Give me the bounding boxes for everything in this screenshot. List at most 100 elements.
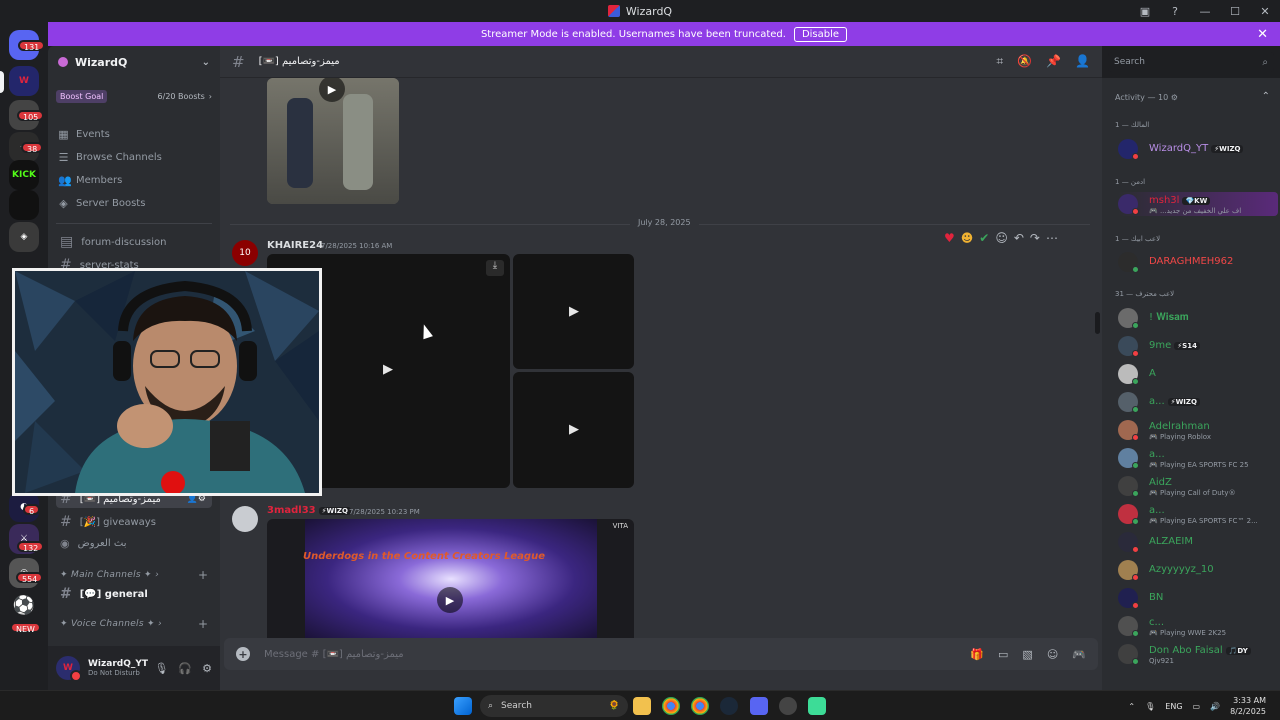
member-item[interactable]: BN bbox=[1118, 586, 1278, 610]
video-attachment[interactable]: ▶ bbox=[267, 78, 399, 204]
gift-icon[interactable]: 🎁 bbox=[970, 648, 984, 661]
headphones-icon[interactable]: 🎧 bbox=[178, 662, 192, 675]
activity-label[interactable]: Activity — 10 ⚙ bbox=[1115, 93, 1178, 102]
play-icon[interactable]: ▶ bbox=[569, 422, 579, 437]
microphone-icon[interactable]: 🎙 bbox=[154, 662, 168, 675]
sticker-icon[interactable]: ▧ bbox=[1022, 648, 1032, 661]
nav-members[interactable]: 👥 Members bbox=[58, 174, 122, 187]
member-item[interactable]: AidZ 🎮 Playing Call of Duty® bbox=[1118, 474, 1278, 498]
start-icon[interactable] bbox=[454, 697, 472, 715]
video-embed[interactable]: Underdogs in the Content Creators League… bbox=[267, 519, 634, 639]
message-author[interactable]: KHAIRE24 bbox=[267, 240, 323, 251]
nav-events[interactable]: ▦ Events bbox=[58, 128, 110, 141]
member-item[interactable]: Azyyyyyz_10 bbox=[1118, 558, 1278, 582]
video-attachment[interactable]: ▶ bbox=[513, 372, 634, 488]
scrollbar[interactable] bbox=[1095, 312, 1100, 334]
more-icon[interactable]: ⋯ bbox=[1046, 231, 1058, 245]
member-item[interactable]: WizardQ_YT ⚡WIZQ bbox=[1118, 137, 1278, 161]
member-item[interactable]: ALZAEIM bbox=[1118, 530, 1278, 554]
network-icon[interactable]: ▭ bbox=[1193, 702, 1201, 711]
nav-server-boosts[interactable]: ◈ Server Boosts bbox=[58, 197, 145, 210]
disable-button[interactable]: Disable bbox=[793, 26, 848, 42]
help-icon[interactable]: ? bbox=[1160, 5, 1190, 18]
add-reaction-icon[interactable]: ☺ bbox=[995, 231, 1008, 245]
boost-goal[interactable]: Boost Goal 6/20 Boosts › bbox=[56, 88, 212, 104]
chrome-icon[interactable] bbox=[691, 697, 709, 715]
microphone-icon[interactable]: 🎙 bbox=[1145, 702, 1155, 711]
guild-header[interactable]: WizardQ ⌄ bbox=[48, 46, 220, 78]
message-input[interactable]: Message # [📼] ميمز-وتصاميم bbox=[264, 649, 404, 660]
avatar[interactable] bbox=[232, 506, 258, 532]
steam-icon[interactable] bbox=[720, 697, 738, 715]
channel-general[interactable]: # [💬] general bbox=[56, 586, 212, 602]
minimize-button[interactable]: — bbox=[1190, 5, 1220, 18]
add-channel-icon[interactable]: + bbox=[198, 617, 208, 631]
download-icon[interactable]: ⤓ bbox=[486, 260, 504, 276]
server-wizardq[interactable]: W bbox=[9, 66, 39, 96]
heart-reaction-icon[interactable]: ♥ bbox=[944, 231, 955, 245]
check-reaction-icon[interactable]: ✔ bbox=[979, 231, 989, 245]
discord-icon[interactable] bbox=[750, 697, 768, 715]
threads-icon[interactable]: ⌗ bbox=[996, 54, 1003, 69]
volume-icon[interactable]: 🔊 bbox=[1210, 702, 1220, 711]
category-main-channels[interactable]: ✦ Main Channels ✦ › + bbox=[60, 568, 208, 582]
server-kick[interactable]: KICK bbox=[9, 160, 39, 190]
server-icon-5[interactable] bbox=[9, 190, 39, 220]
apps-icon[interactable]: 🎮 bbox=[1072, 648, 1086, 661]
channel-giveaways[interactable]: # [🎉] giveaways bbox=[56, 514, 212, 530]
inbox-icon[interactable]: ▣ bbox=[1130, 5, 1160, 18]
member-item[interactable]: A bbox=[1118, 362, 1278, 386]
file-explorer-icon[interactable] bbox=[633, 697, 651, 715]
channel-forum-discussion[interactable]: ▤ forum-discussion bbox=[56, 234, 212, 250]
language-indicator[interactable]: ENG bbox=[1165, 702, 1182, 711]
nav-browse-channels[interactable]: ☰ Browse Channels bbox=[58, 151, 162, 164]
play-icon[interactable]: ▶ bbox=[569, 304, 579, 319]
laugh-reaction-icon[interactable]: ☻ bbox=[961, 231, 974, 245]
play-icon[interactable]: ▶ bbox=[383, 362, 393, 377]
member-item[interactable]: Adelrahman 🎮 Playing Roblox bbox=[1118, 418, 1278, 442]
chrome-icon[interactable] bbox=[662, 697, 680, 715]
member-item[interactable]: msh3l 💎KW 🎮 ...اف علي الخفيف من جديد bbox=[1118, 192, 1278, 216]
member-item[interactable]: a... 🎮 Playing EA SPORTS FC™ 2... bbox=[1118, 502, 1278, 526]
member-name: a... bbox=[1149, 505, 1165, 516]
chevron-up-icon[interactable]: ⌃ bbox=[1128, 702, 1135, 711]
channel-stage[interactable]: ◉ بث العروض bbox=[56, 537, 212, 550]
server-icon-6[interactable]: ◈ bbox=[9, 222, 39, 252]
member-item[interactable]: ! 𝐖𝐢𝐬𝐚𝐦 bbox=[1118, 306, 1278, 330]
member-item[interactable]: c... 🎮 Playing WWE 2K25 bbox=[1118, 614, 1278, 638]
member-list-icon[interactable]: 👤 bbox=[1075, 54, 1090, 69]
member-item[interactable]: a... ⚡WIZQ bbox=[1118, 390, 1278, 414]
add-channel-icon[interactable]: + bbox=[198, 568, 208, 582]
pin-icon[interactable]: 📌 bbox=[1046, 54, 1061, 69]
author-name: 3madl33 bbox=[267, 505, 316, 516]
member-item[interactable]: DARAGHMEH962 bbox=[1118, 250, 1278, 274]
message-author[interactable]: 3madl33 ⚡WIZQ bbox=[267, 505, 351, 516]
video-attachment[interactable]: ▶ bbox=[513, 254, 634, 369]
close-window-button[interactable]: ✕ bbox=[1250, 5, 1280, 18]
app-icon[interactable] bbox=[779, 697, 797, 715]
status-indicator bbox=[1132, 658, 1139, 665]
forward-icon[interactable]: ↷ bbox=[1030, 231, 1040, 245]
chevron-up-icon[interactable]: ⌃ bbox=[1262, 91, 1270, 102]
close-icon[interactable]: ✕ bbox=[1257, 27, 1268, 42]
maximize-button[interactable]: ☐ bbox=[1220, 5, 1250, 18]
app-icon[interactable] bbox=[808, 697, 826, 715]
gear-icon[interactable]: ⚙ bbox=[202, 662, 212, 675]
taskbar-search[interactable]: ⌕ Search 🌻 bbox=[480, 695, 628, 717]
explore-icon[interactable]: ⚽ bbox=[9, 590, 39, 620]
member-item[interactable]: Don Abo Faisal 🎵DY Qjv921 bbox=[1118, 642, 1278, 666]
notifications-icon[interactable]: 🔕 bbox=[1017, 54, 1032, 69]
play-icon[interactable]: ▶ bbox=[437, 587, 463, 613]
clock[interactable]: 3:33 AM 8/2/2025 bbox=[1230, 695, 1266, 717]
category-voice-channels[interactable]: ✦ Voice Channels ✦ › + bbox=[60, 617, 208, 631]
member-item[interactable]: a... 🎮 Playing EA SPORTS FC 25 bbox=[1118, 446, 1278, 470]
member-item[interactable]: 9me ⚡S14 bbox=[1118, 334, 1278, 358]
reply-icon[interactable]: ↶ bbox=[1014, 231, 1024, 245]
avatar[interactable]: 10 bbox=[232, 240, 258, 266]
emoji-icon[interactable]: ☺ bbox=[1047, 648, 1058, 661]
add-attachment-icon[interactable]: + bbox=[236, 647, 250, 661]
message-composer[interactable]: + Message # [📼] ميمز-وتصاميم 🎁 ▭ ▧ ☺ 🎮 bbox=[224, 638, 1098, 670]
gif-icon[interactable]: ▭ bbox=[998, 648, 1008, 661]
search-input[interactable]: Search ⌕ bbox=[1108, 52, 1274, 72]
avatar[interactable]: W bbox=[56, 656, 82, 682]
